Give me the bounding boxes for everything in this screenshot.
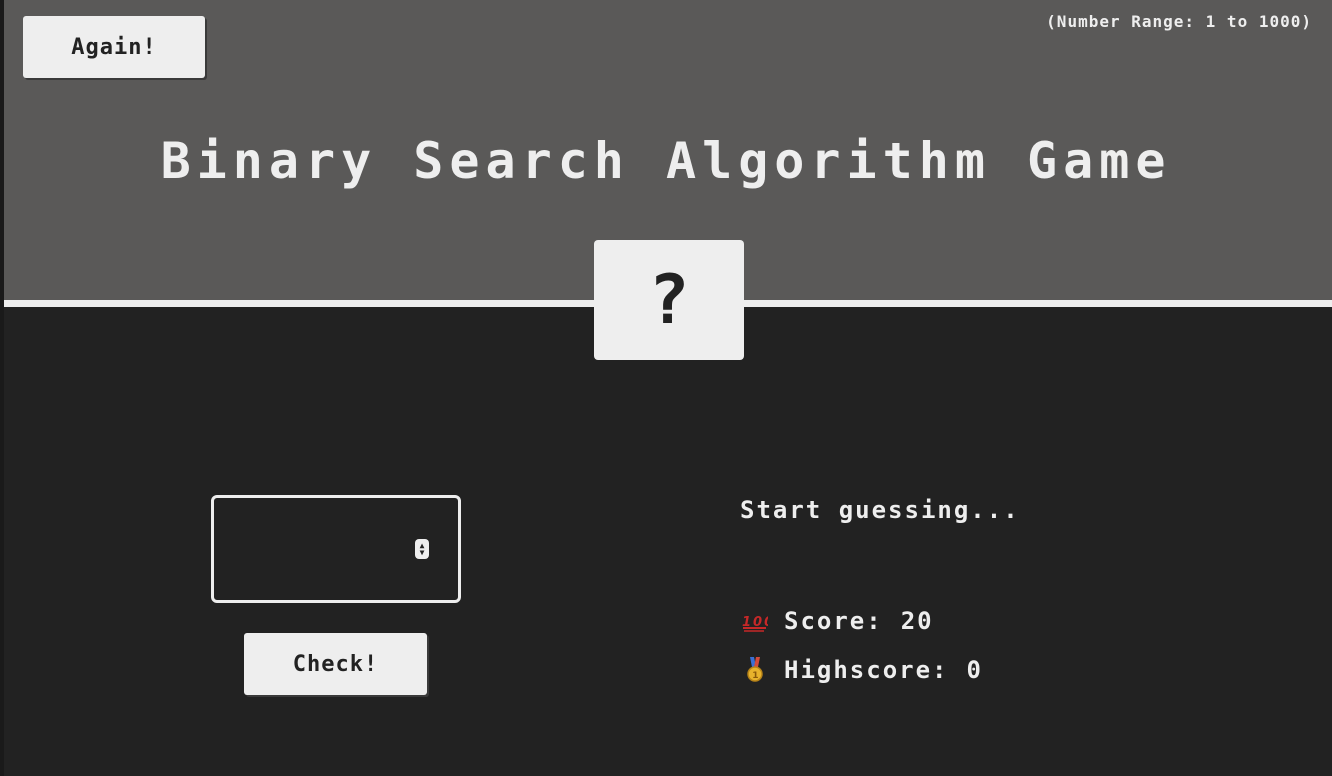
spinner-down-icon[interactable]: ▼: [420, 549, 425, 557]
score-row: 100 Score: 20: [740, 607, 934, 635]
number-range-label: (Number Range: 1 to 1000): [1046, 12, 1312, 31]
hundred-points-icon: 100: [740, 610, 770, 632]
highscore-value: 0: [966, 656, 983, 684]
check-button[interactable]: Check!: [244, 633, 427, 695]
page-title: Binary Search Algorithm Game: [160, 132, 1172, 190]
medal-icon: 1: [740, 657, 770, 683]
score-value: 20: [900, 607, 934, 635]
secret-number-box: ?: [594, 240, 744, 360]
status-message: Start guessing...: [740, 496, 1020, 524]
number-spinner[interactable]: ▲ ▼: [415, 539, 429, 559]
again-button[interactable]: Again!: [23, 16, 205, 78]
highscore-label: Highscore:: [784, 656, 949, 684]
highscore-row: 1 Highscore: 0: [740, 656, 983, 684]
score-label: Score:: [784, 607, 883, 635]
svg-text:1: 1: [752, 671, 760, 681]
game-page: Again! (Number Range: 1 to 1000) Binary …: [0, 0, 1332, 776]
